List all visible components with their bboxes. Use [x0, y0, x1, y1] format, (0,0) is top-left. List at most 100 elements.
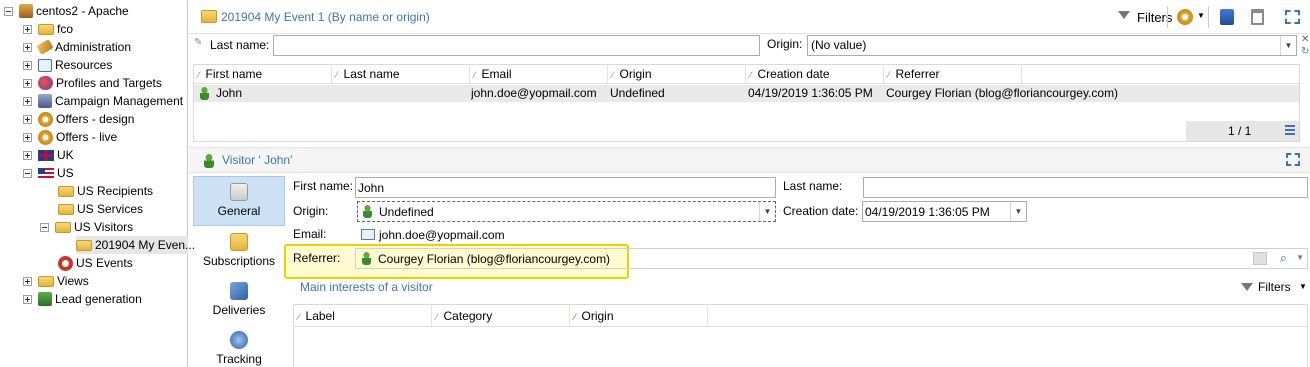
visitors-folder-icon	[201, 10, 217, 23]
interests-filters-button[interactable]: Filters	[1258, 280, 1291, 294]
column-settings-icon[interactable]	[1285, 125, 1295, 135]
expand-icon[interactable]	[23, 96, 32, 106]
navigation-tree: centos2 - Apache fco Administration Reso…	[0, 0, 195, 367]
visitor-icon	[204, 154, 214, 168]
expand-icon[interactable]	[23, 276, 32, 286]
origin-select[interactable]: Undefined ▼	[357, 201, 776, 222]
visitor-icon	[363, 205, 372, 218]
tree-item-us[interactable]: US	[23, 164, 74, 182]
export-icon[interactable]	[1220, 9, 1234, 25]
visitor-icon	[200, 87, 209, 100]
tree-item-label: Offers - live	[56, 130, 118, 144]
tree-item-uk[interactable]: UK	[23, 146, 74, 164]
toolbar-separator	[1167, 6, 1168, 28]
email-field[interactable]: john.doe@yopmail.com	[357, 225, 777, 245]
chevron-down-icon[interactable]: ▼	[1296, 253, 1304, 262]
chevron-down-icon[interactable]: ▼	[759, 202, 775, 221]
expand-icon[interactable]	[23, 114, 32, 124]
column-creation-date[interactable]: ⁄ Creation date	[746, 65, 884, 84]
tab-tracking[interactable]: Tracking	[193, 327, 285, 367]
deliveries-icon	[230, 282, 248, 300]
tab-deliveries[interactable]: Deliveries	[193, 278, 285, 324]
column-last-name[interactable]: ⁄ Last name	[332, 65, 470, 84]
column-origin[interactable]: ⁄ Origin	[608, 65, 746, 84]
expand-icon[interactable]	[23, 24, 32, 34]
column-label-header[interactable]: ⁄ Label	[294, 305, 432, 327]
wrench-icon	[36, 39, 54, 55]
maximize-icon[interactable]	[1286, 153, 1300, 166]
folder-icon	[58, 185, 74, 197]
tree-item-fco[interactable]: fco	[23, 20, 73, 38]
column-category[interactable]: ⁄ Category	[432, 305, 570, 327]
tree-item-administration[interactable]: Administration	[23, 38, 131, 56]
collapse-icon[interactable]	[40, 222, 49, 232]
last-name-input[interactable]	[863, 177, 1308, 198]
campaign-icon	[38, 94, 52, 108]
chevron-down-icon[interactable]: ▼	[1010, 202, 1026, 221]
referrer-label: Referrer:	[293, 251, 341, 265]
interests-list: ⁄ Label ⁄ Category ⁄ Origin	[293, 304, 1308, 367]
lastname-filter-input[interactable]	[273, 35, 760, 56]
tree-item-offers-live[interactable]: Offers - live	[23, 128, 117, 146]
column-referrer[interactable]: ⁄ Referrer	[884, 65, 1022, 84]
email-value: john.doe@yopmail.com	[379, 228, 505, 242]
filter-icon[interactable]	[1118, 11, 1130, 19]
column-label: Last name	[343, 67, 400, 81]
refresh-icon[interactable]: ↻	[1301, 46, 1309, 57]
resources-icon	[38, 58, 52, 72]
tree-item-profiles[interactable]: Profiles and Targets	[23, 74, 162, 92]
referrer-field[interactable]: Courgey Florian (blog@floriancourgey.com…	[355, 248, 1308, 269]
expand-icon[interactable]	[23, 78, 32, 88]
creation-date-picker[interactable]: 04/19/2019 1:36:05 PM ▼	[862, 201, 1027, 222]
tree-item-views[interactable]: Views	[23, 272, 89, 290]
new-action-icon[interactable]	[1177, 9, 1193, 25]
tree-item-resources[interactable]: Resources	[23, 56, 112, 74]
first-name-input[interactable]	[355, 177, 776, 198]
origin-label: Origin:	[293, 204, 329, 218]
cell-origin: Undefined	[610, 86, 665, 100]
tab-subscriptions[interactable]: Subscriptions	[193, 229, 285, 275]
collapse-icon[interactable]	[4, 6, 13, 16]
expand-icon[interactable]	[23, 294, 32, 304]
chevron-down-icon[interactable]: ▼	[1280, 36, 1296, 55]
tree-item-my-event[interactable]: 201904 My Even...	[76, 236, 195, 254]
folder-icon	[38, 23, 54, 35]
tree-item-us-services[interactable]: US Services	[58, 200, 143, 218]
expand-icon[interactable]	[23, 132, 32, 142]
tree-item-campaign[interactable]: Campaign Management	[23, 92, 183, 110]
tree-root[interactable]: centos2 - Apache	[4, 2, 129, 20]
tree-item-offers-design[interactable]: Offers - design	[23, 110, 134, 128]
us-flag-icon	[38, 167, 54, 179]
expand-icon[interactable]	[23, 42, 32, 52]
cell-email: john.doe@yopmail.com	[471, 86, 597, 100]
filter-icon[interactable]	[1241, 283, 1253, 291]
close-filter-icon[interactable]: ✕	[1301, 34, 1309, 45]
tree-item-label: Offers - design	[56, 112, 135, 126]
tree-item-us-events[interactable]: US Events	[58, 254, 133, 272]
column-first-name[interactable]: ⁄ First name	[194, 65, 332, 84]
tab-label: Subscriptions	[202, 254, 276, 268]
collapse-icon[interactable]	[23, 168, 32, 178]
tree-item-us-visitors[interactable]: US Visitors	[40, 218, 133, 236]
column-label: Origin	[581, 309, 614, 323]
new-action-dropdown-icon[interactable]: ▼	[1197, 11, 1205, 20]
tree-item-us-recipients[interactable]: US Recipients	[58, 182, 153, 200]
tab-general[interactable]: General	[193, 176, 285, 226]
table-row[interactable]: John john.doe@yopmail.com Undefined 04/1…	[194, 85, 1299, 102]
tree-item-label: UK	[57, 148, 74, 162]
maximize-icon[interactable]	[1285, 10, 1300, 24]
expand-icon[interactable]	[23, 150, 32, 160]
referrer-value: Courgey Florian (blog@floriancourgey.com…	[378, 252, 611, 266]
interests-link[interactable]: Main interests of a visitor	[300, 280, 433, 294]
expand-icon[interactable]	[23, 60, 32, 70]
origin-filter-select[interactable]: (No value) ▼	[807, 35, 1297, 56]
email-label: Email:	[293, 227, 327, 241]
open-link-icon[interactable]	[1253, 252, 1267, 265]
search-icon[interactable]: ⌕	[1280, 250, 1287, 266]
filters-dropdown-icon[interactable]: ▼	[1299, 282, 1307, 291]
column-email[interactable]: ⁄ Email	[470, 65, 608, 84]
tree-item-lead-generation[interactable]: Lead generation	[23, 290, 142, 308]
column-origin[interactable]: ⁄ Origin	[570, 305, 708, 327]
clear-filter-icon[interactable]: ✎	[194, 37, 202, 48]
delete-icon[interactable]	[1251, 9, 1264, 25]
